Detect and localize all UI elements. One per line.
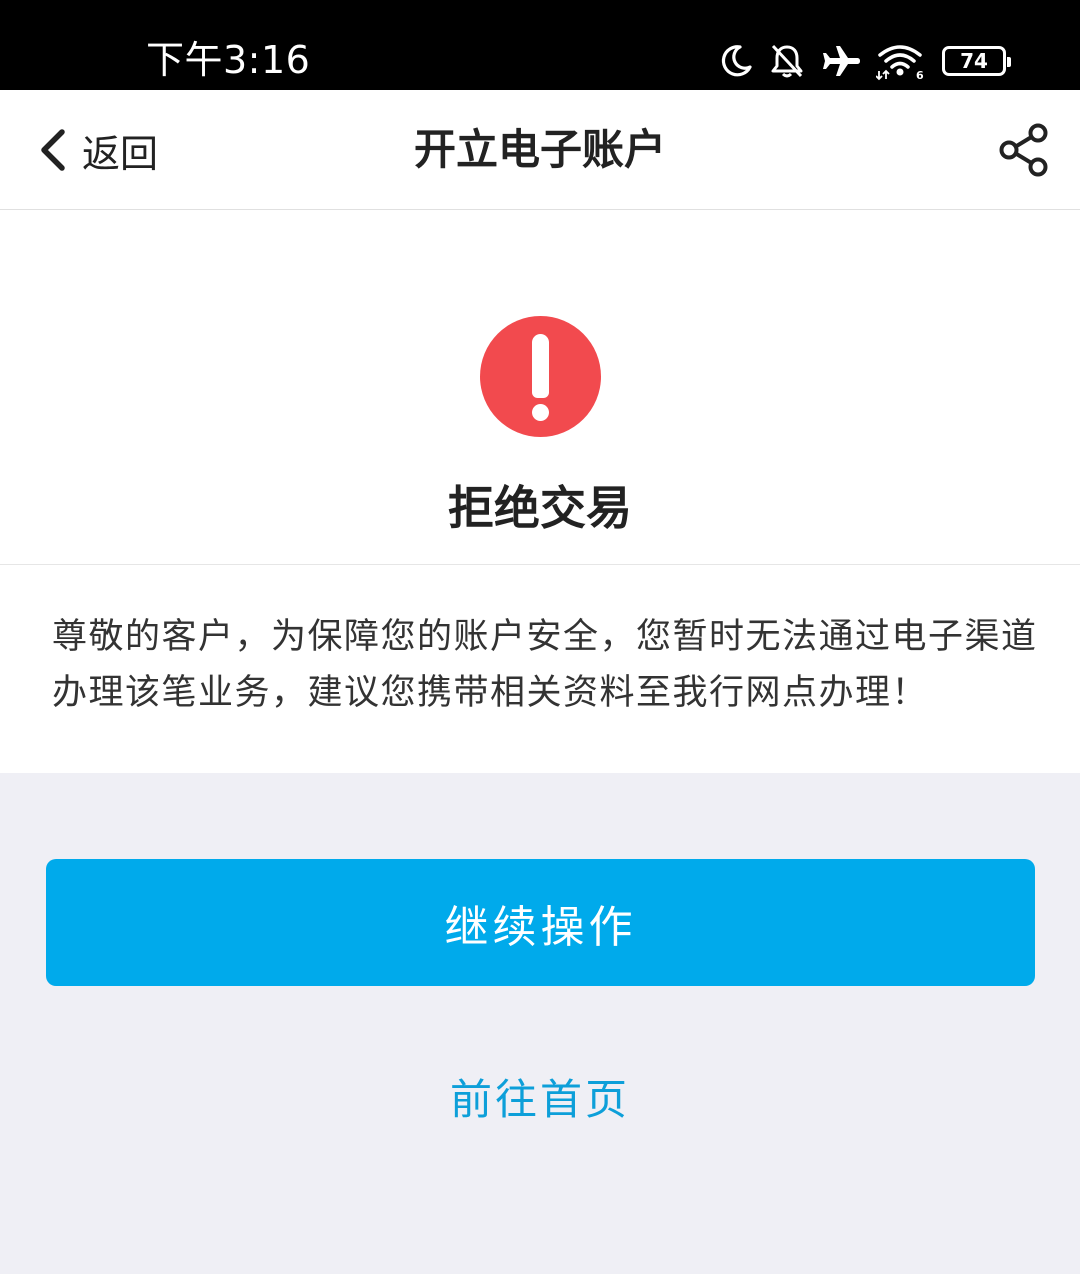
svg-text:6: 6	[916, 69, 924, 81]
alert-icon	[480, 316, 601, 437]
page-title: 开立电子账户	[413, 125, 666, 174]
status-icons: 6 74	[718, 38, 1011, 84]
moon-icon	[721, 45, 752, 77]
alert-icon-dot	[532, 404, 549, 421]
wifi-icon: 6	[876, 45, 924, 81]
bell-muted-icon	[771, 44, 803, 78]
alert-icon-bar	[532, 334, 549, 398]
status-bar: 下午3:16 6 74	[0, 0, 1080, 90]
share-icon	[999, 123, 1048, 177]
airplane-icon	[822, 46, 860, 76]
nav-bar: 开立电子账户 返回	[0, 90, 1080, 210]
back-button[interactable]: 返回	[38, 120, 158, 180]
continue-button[interactable]: 继续操作	[46, 859, 1035, 986]
message-section: 尊敬的客户，为保障您的账户安全，您暂时无法通过电子渠道办理该笔业务，建议您携带相…	[0, 565, 1080, 773]
status-time: 下午3:16	[146, 38, 311, 82]
share-button[interactable]	[996, 122, 1052, 178]
message-text: 尊敬的客户，为保障您的账户安全，您暂时无法通过电子渠道办理该笔业务，建议您携带相…	[52, 617, 1038, 713]
battery-level: 74	[960, 49, 988, 73]
home-link[interactable]: 前往首页	[0, 1070, 1080, 1130]
result-title: 拒绝交易	[448, 481, 632, 535]
chevron-left-icon	[41, 129, 65, 171]
result-section: 拒绝交易	[0, 210, 1080, 565]
back-label: 返回	[82, 131, 159, 176]
battery-icon: 74	[942, 46, 1011, 76]
